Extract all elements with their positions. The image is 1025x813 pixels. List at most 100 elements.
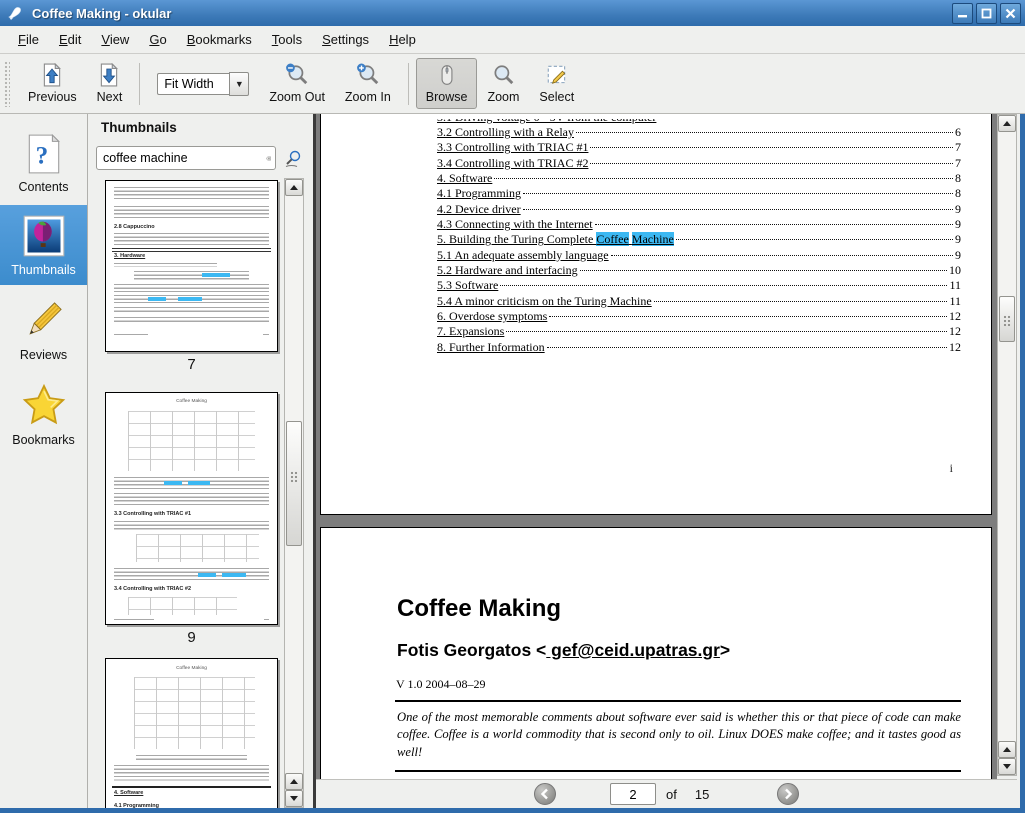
toc-page-number: 12 xyxy=(949,339,961,354)
thumb-text-lines xyxy=(136,755,247,760)
dot-leader xyxy=(500,285,948,287)
thumbnail-caption: 7 xyxy=(187,356,196,373)
filter-options-button[interactable] xyxy=(282,148,304,170)
scrollbar-thumb[interactable] xyxy=(286,421,302,546)
close-button[interactable] xyxy=(1000,3,1021,24)
menu-item-edit[interactable]: Edit xyxy=(49,28,91,51)
document-page-2: Coffee Making Fotis Georgatos < gef@ceid… xyxy=(320,527,992,779)
toc-row[interactable]: 8. Further Information 12 xyxy=(437,340,961,355)
thumbnail-page-9[interactable]: Coffee Making 3.3 Controlling with TRIAC… xyxy=(105,392,278,625)
zoom-in-button[interactable]: Zoom In xyxy=(335,58,401,109)
thumb-text-lines xyxy=(114,619,154,622)
scroll-up-button[interactable] xyxy=(285,179,303,196)
toc-page-number: 6 xyxy=(955,125,961,139)
zoom-tool-button[interactable]: Zoom xyxy=(477,58,529,109)
zoom-out-icon xyxy=(286,63,308,85)
thumbnail-search-box[interactable] xyxy=(96,146,276,170)
dot-leader xyxy=(675,239,953,241)
menu-item-file[interactable]: File xyxy=(8,28,49,51)
chevron-down-icon[interactable]: ▼ xyxy=(229,71,250,96)
menu-item-tools[interactable]: Tools xyxy=(262,28,312,51)
close-icon xyxy=(1005,8,1016,19)
toc-row[interactable]: 5. Building the Turing Complete Coffee M… xyxy=(437,232,961,247)
menu-item-bookmarks[interactable]: Bookmarks xyxy=(177,28,262,51)
thumbnail-scrollbar[interactable] xyxy=(284,178,304,808)
thumb-text-lines xyxy=(114,263,217,267)
thumb-heading: 4. Software xyxy=(114,790,144,796)
toc-label: 7. Expansions xyxy=(437,324,505,339)
toc-row[interactable]: 7. Expansions 12 xyxy=(437,324,961,339)
document-view[interactable]: 3.1 Driving voltage 0 - 5V from the comp… xyxy=(316,114,997,779)
sidebar-item-thumbnails[interactable]: Thumbnails xyxy=(0,205,87,285)
toc-label: 3.4 Controlling with TRIAC #2 xyxy=(437,155,589,170)
toc-label: 4.3 Connecting with the Internet xyxy=(437,217,593,232)
thumb-text-lines xyxy=(264,619,269,622)
horizontal-rule xyxy=(395,770,961,773)
scrollbar-thumb[interactable] xyxy=(999,296,1015,342)
select-tool-button[interactable]: Select xyxy=(529,58,584,109)
next-page-nav-button[interactable] xyxy=(777,783,800,805)
thumb-diagram xyxy=(136,534,259,562)
document-scrollbar[interactable] xyxy=(997,114,1017,776)
scroll-up-button[interactable] xyxy=(998,741,1016,758)
dot-leader xyxy=(653,300,948,302)
toc-row[interactable]: 4.1 Programming 8 xyxy=(437,186,961,201)
toc-row[interactable]: 5.2 Hardware and interfacing 10 xyxy=(437,263,961,278)
zoom-mode-combobox[interactable]: Fit Width ▼ xyxy=(157,71,250,96)
sidebar-item-reviews[interactable]: Reviews xyxy=(0,288,87,370)
scroll-up-button[interactable] xyxy=(285,773,303,790)
sidebar-item-contents[interactable]: ? Contents xyxy=(0,124,87,202)
thumb-text-lines xyxy=(114,206,269,218)
minimize-icon xyxy=(958,15,967,18)
page-navigation-bar: of 15 xyxy=(316,779,1020,808)
app-icon xyxy=(8,7,21,20)
next-page-icon xyxy=(101,63,119,87)
of-label: of xyxy=(666,786,677,802)
select-label: Select xyxy=(539,90,575,104)
dot-leader xyxy=(522,208,953,210)
previous-button[interactable]: Previous xyxy=(18,58,87,109)
chevron-right-icon xyxy=(785,788,793,800)
menu-item-settings[interactable]: Settings xyxy=(312,28,379,51)
toc-row[interactable]: 3.2 Controlling with a Relay 6 xyxy=(437,125,961,140)
zoom-out-button[interactable]: Zoom Out xyxy=(259,58,335,109)
toc-row[interactable]: 5.4 A minor criticism on the Turing Mach… xyxy=(437,294,961,309)
dot-leader xyxy=(590,147,953,149)
titlebar[interactable]: Coffee Making - okular xyxy=(0,0,1025,26)
dot-leader xyxy=(610,254,953,256)
menu-item-help[interactable]: Help xyxy=(379,28,426,51)
dot-leader xyxy=(546,346,947,348)
dot-leader xyxy=(506,331,947,333)
current-page-input[interactable] xyxy=(610,783,656,805)
scroll-up-button[interactable] xyxy=(998,115,1016,132)
clear-search-icon[interactable] xyxy=(266,152,271,165)
next-button[interactable]: Next xyxy=(87,58,133,109)
menu-item-go[interactable]: Go xyxy=(139,28,176,51)
toc-row[interactable]: 5.3 Software 11 xyxy=(437,278,961,293)
thumbnail-list: 2.8 Cappuccino 3. Hardware 7 Coffee Maki… xyxy=(93,176,283,808)
menu-item-view[interactable]: View xyxy=(91,28,139,51)
sidebar-item-bookmarks[interactable]: Bookmarks xyxy=(0,373,87,455)
author-email-link[interactable]: gef@ceid.upatras.gr xyxy=(546,640,720,660)
toc-row[interactable]: 3.4 Controlling with TRIAC #2 7 xyxy=(437,156,961,171)
scroll-down-button[interactable] xyxy=(998,758,1016,775)
previous-page-nav-button[interactable] xyxy=(534,783,556,805)
toc-row[interactable]: 4.2 Device driver 9 xyxy=(437,202,961,217)
minimize-button[interactable] xyxy=(952,3,973,24)
browse-tool-button[interactable]: Browse xyxy=(415,58,478,109)
scroll-down-button[interactable] xyxy=(285,790,303,807)
thumbnail-search-input[interactable] xyxy=(97,150,266,166)
toc-row[interactable]: 4.3 Connecting with the Internet 9 xyxy=(437,217,961,232)
toc-row[interactable]: 4. Software 8 xyxy=(437,171,961,186)
toc-row[interactable]: 3.3 Controlling with TRIAC #1 7 xyxy=(437,140,961,155)
thumbnail-page-next[interactable]: Coffee Making 4. Software 4.1 Programmin… xyxy=(105,658,278,808)
thumbnail-page-7[interactable]: 2.8 Cappuccino 3. Hardware xyxy=(105,180,278,352)
bookmarks-icon xyxy=(22,383,65,425)
search-highlight-chip xyxy=(222,573,246,577)
sidebar-label-thumbnails: Thumbnails xyxy=(11,263,76,277)
toc-row[interactable]: 6. Overdose symptoms 12 xyxy=(437,309,961,324)
toc-row[interactable]: 5.1 An adequate assembly language 9 xyxy=(437,248,961,263)
toolbar-drag-handle[interactable] xyxy=(4,60,10,107)
toc-label: 6. Overdose symptoms xyxy=(437,309,548,324)
maximize-button[interactable] xyxy=(976,3,997,24)
